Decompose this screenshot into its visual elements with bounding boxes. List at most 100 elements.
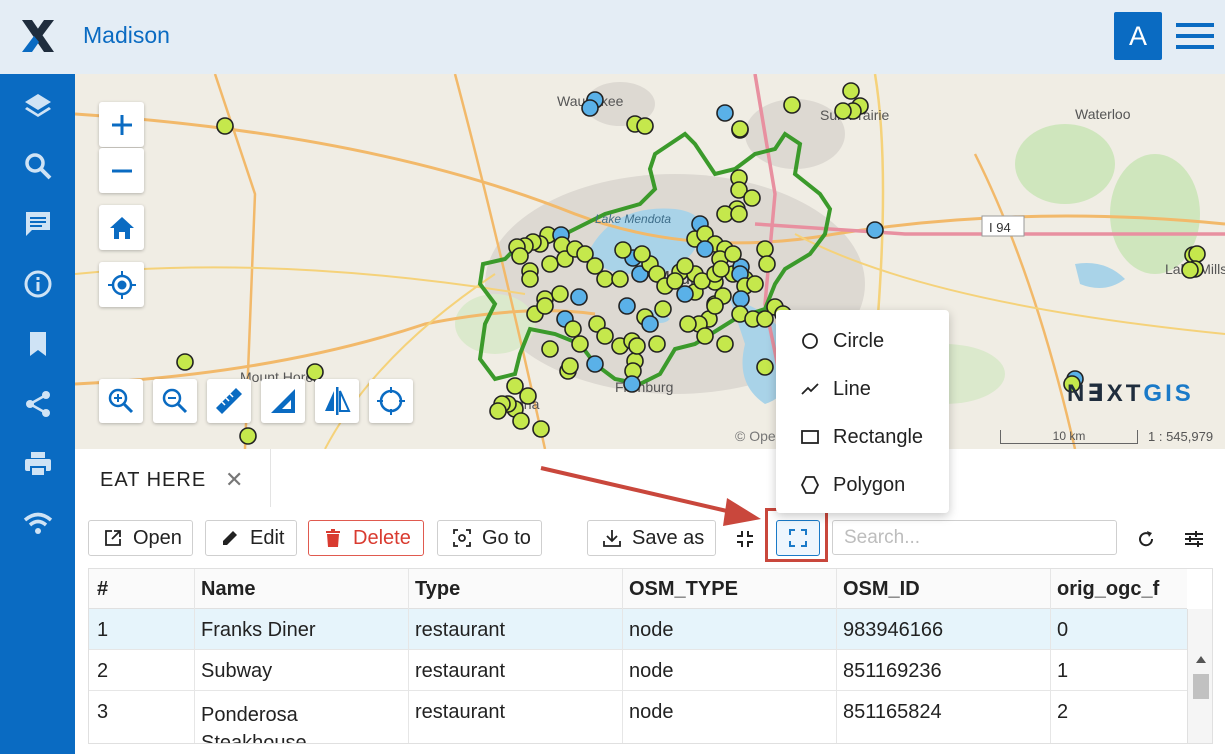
swipe-compare-button[interactable] bbox=[315, 379, 359, 423]
info-icon[interactable] bbox=[22, 268, 54, 300]
map-point[interactable] bbox=[596, 270, 614, 288]
layer-tab[interactable]: EAT HERE ✕ bbox=[75, 449, 271, 507]
map-point[interactable] bbox=[756, 240, 774, 258]
map-point[interactable] bbox=[511, 247, 529, 265]
map-point[interactable] bbox=[541, 340, 559, 358]
user-avatar[interactable]: A bbox=[1114, 12, 1162, 60]
map-point[interactable] bbox=[842, 82, 860, 100]
search-icon[interactable] bbox=[22, 150, 54, 182]
settings-sliders-icon[interactable] bbox=[1182, 527, 1206, 551]
map-point[interactable] bbox=[571, 335, 589, 353]
map-point[interactable] bbox=[596, 327, 614, 345]
map-point[interactable] bbox=[716, 335, 734, 353]
menu-item-rectangle[interactable]: Rectangle bbox=[776, 413, 949, 461]
map-point[interactable] bbox=[239, 427, 257, 445]
zoom-out-button[interactable] bbox=[99, 148, 144, 193]
map-point[interactable] bbox=[564, 320, 582, 338]
open-button[interactable]: Open bbox=[88, 520, 193, 556]
map-point[interactable] bbox=[623, 375, 641, 393]
column-divider[interactable] bbox=[1050, 569, 1051, 743]
map-point[interactable] bbox=[706, 297, 724, 315]
map-point[interactable] bbox=[783, 96, 801, 114]
map-point[interactable] bbox=[611, 270, 629, 288]
table-row[interactable]: 3 Ponderosa Steakhouse restaurant node 8… bbox=[89, 691, 1187, 743]
refresh-icon[interactable] bbox=[1134, 527, 1158, 551]
menu-item-line[interactable]: Line bbox=[776, 365, 949, 413]
zoom-in-button[interactable] bbox=[99, 102, 144, 147]
print-icon[interactable] bbox=[22, 448, 54, 480]
map-point[interactable] bbox=[724, 245, 742, 263]
map-point[interactable] bbox=[696, 240, 714, 258]
map-point[interactable] bbox=[834, 102, 852, 120]
locate-button[interactable] bbox=[99, 262, 144, 307]
hamburger-menu-icon[interactable] bbox=[1176, 22, 1214, 50]
column-header[interactable]: # bbox=[97, 578, 108, 601]
home-button[interactable] bbox=[99, 205, 144, 250]
zoom-out-box-button[interactable] bbox=[153, 379, 197, 423]
menu-item-circle[interactable]: Circle bbox=[776, 317, 949, 365]
wifi-icon[interactable] bbox=[22, 508, 54, 540]
map-point[interactable] bbox=[618, 297, 636, 315]
map-point[interactable] bbox=[716, 104, 734, 122]
menu-item-polygon[interactable]: Polygon bbox=[776, 461, 949, 509]
map-point[interactable] bbox=[758, 255, 776, 273]
map-point[interactable] bbox=[648, 335, 666, 353]
map-point[interactable] bbox=[731, 120, 749, 138]
table-row[interactable]: 2 Subway restaurant node 851169236 1 bbox=[89, 650, 1187, 691]
go-to-button[interactable]: Go to bbox=[437, 520, 542, 556]
zoom-in-box-button[interactable] bbox=[99, 379, 143, 423]
column-header[interactable]: OSM_ID bbox=[843, 578, 920, 601]
map-point[interactable] bbox=[628, 337, 646, 355]
search-input[interactable]: Search... bbox=[832, 520, 1117, 555]
map-point[interactable] bbox=[866, 221, 884, 239]
map-point[interactable] bbox=[176, 353, 194, 371]
map-point[interactable] bbox=[654, 300, 672, 318]
column-divider[interactable] bbox=[194, 569, 195, 743]
app-logo-icon[interactable] bbox=[20, 18, 56, 54]
map-point[interactable] bbox=[586, 355, 604, 373]
identify-point-button[interactable] bbox=[369, 379, 413, 423]
map-point[interactable] bbox=[666, 272, 684, 290]
table-row[interactable]: 1 Franks Diner restaurant node 983946166… bbox=[89, 609, 1187, 650]
column-header[interactable]: Type bbox=[415, 578, 460, 601]
map-point[interactable] bbox=[732, 290, 750, 308]
map-point[interactable] bbox=[506, 377, 524, 395]
measure-distance-button[interactable] bbox=[207, 379, 251, 423]
map-point[interactable] bbox=[746, 275, 764, 293]
layers-icon[interactable] bbox=[22, 90, 54, 122]
chat-icon[interactable] bbox=[22, 208, 54, 240]
map-point[interactable] bbox=[1188, 245, 1206, 263]
map-point[interactable] bbox=[633, 245, 651, 263]
map-point[interactable] bbox=[306, 363, 324, 381]
map-point[interactable] bbox=[489, 402, 507, 420]
map-point[interactable] bbox=[521, 270, 539, 288]
map-view[interactable]: Waunakee Sun Prairie Waterloo Lake Mendo… bbox=[75, 74, 1225, 449]
map-point[interactable] bbox=[536, 297, 554, 315]
map-point[interactable] bbox=[676, 257, 694, 275]
share-icon[interactable] bbox=[22, 388, 54, 420]
map-point[interactable] bbox=[743, 189, 761, 207]
map-point[interactable] bbox=[756, 358, 774, 376]
measure-area-button[interactable] bbox=[261, 379, 305, 423]
map-point[interactable] bbox=[541, 255, 559, 273]
column-divider[interactable] bbox=[836, 569, 837, 743]
map-point[interactable] bbox=[756, 310, 774, 328]
table-scrollbar[interactable] bbox=[1187, 609, 1212, 743]
edit-button[interactable]: Edit bbox=[205, 520, 297, 556]
map-point[interactable] bbox=[712, 260, 730, 278]
column-divider[interactable] bbox=[622, 569, 623, 743]
map-point[interactable] bbox=[1181, 261, 1199, 279]
column-header[interactable]: OSM_TYPE bbox=[629, 578, 738, 601]
map-point[interactable] bbox=[551, 285, 569, 303]
map-point[interactable] bbox=[636, 117, 654, 135]
map-point[interactable] bbox=[532, 420, 550, 438]
column-divider[interactable] bbox=[408, 569, 409, 743]
column-header[interactable]: Name bbox=[201, 578, 255, 601]
map-point[interactable] bbox=[730, 205, 748, 223]
map-point[interactable] bbox=[570, 288, 588, 306]
delete-button[interactable]: Delete bbox=[308, 520, 424, 556]
map-point[interactable] bbox=[641, 315, 659, 333]
map-point[interactable] bbox=[512, 412, 530, 430]
map-point[interactable] bbox=[679, 315, 697, 333]
map-point[interactable] bbox=[581, 99, 599, 117]
